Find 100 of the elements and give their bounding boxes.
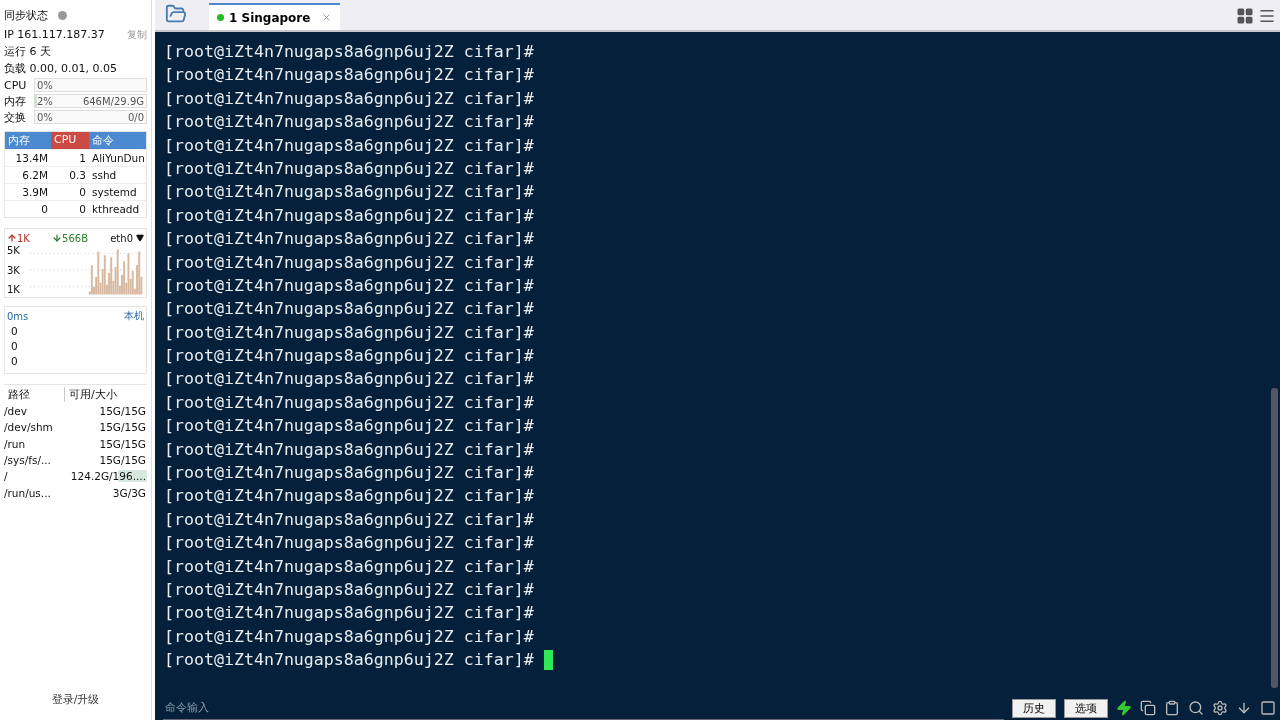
terminal-line: [root@iZt4n7nugaps8a6gnp6uj2Z cifar]# <box>164 181 535 204</box>
meter-label: CPU <box>4 78 28 92</box>
terminal-line: [root@iZt4n7nugaps8a6gnp6uj2Z cifar]# <box>164 64 535 87</box>
download-icon <box>52 233 63 243</box>
meter-reading: 0/0 <box>127 111 144 123</box>
terminal-line: [root@iZt4n7nugaps8a6gnp6uj2Z cifar]# <box>164 625 535 648</box>
axis-label: 3K <box>7 264 21 276</box>
terminal-line: [root@iZt4n7nugaps8a6gnp6uj2Z cifar]# <box>164 368 535 391</box>
column-header[interactable]: 可用/大小 <box>64 386 117 402</box>
table-cell: /dev/shm <box>4 421 53 434</box>
column-header[interactable]: 路径 <box>4 386 64 402</box>
menu-icon[interactable] <box>1258 7 1276 25</box>
terminal-line: [root@iZt4n7nugaps8a6gnp6uj2Z cifar]# <box>164 298 535 321</box>
axis-label: 5K <box>7 245 21 256</box>
column-header[interactable]: 内存 <box>5 132 51 149</box>
terminal-line: [root@iZt4n7nugaps8a6gnp6uj2Z cifar]# <box>164 508 535 531</box>
meter-reading: 646M/29.9G <box>82 95 144 107</box>
table-cell: 124.2G/196.... <box>69 470 147 483</box>
table-cell: /run <box>4 437 26 450</box>
table-cell-text: 1 <box>78 152 87 164</box>
toolbar-button[interactable]: 历史 <box>1012 698 1056 718</box>
terminal-line: [root@iZt4n7nugaps8a6gnp6uj2Z cifar]# <box>164 438 535 461</box>
terminal-line: [root@iZt4n7nugaps8a6gnp6uj2Z cifar]# <box>164 111 535 134</box>
terminal-line: [root@iZt4n7nugaps8a6gnp6uj2Z cifar]# <box>164 157 535 180</box>
folder-icon[interactable] <box>165 3 187 25</box>
table-cell-text: 0 <box>78 186 87 198</box>
scrollbar[interactable] <box>1271 388 1278 688</box>
upload-rate: 1K <box>17 232 30 244</box>
table-cell: 3G/3G <box>111 486 147 499</box>
terminal-line: [root@iZt4n7nugaps8a6gnp6uj2Z cifar]# <box>164 134 535 157</box>
column-header[interactable]: CPU <box>51 132 89 149</box>
ping-host[interactable]: 本机 <box>124 309 144 323</box>
table-cell-text: kthreadd <box>91 203 141 215</box>
paste-icon[interactable] <box>1164 700 1180 716</box>
terminal-line: [root@iZt4n7nugaps8a6gnp6uj2Z cifar]# <box>164 391 535 414</box>
search-icon[interactable] <box>1188 700 1204 716</box>
table-cell-text: 0.3 <box>68 169 87 181</box>
table-cell: /sys/fs/... <box>4 454 51 467</box>
table-cell: 15G/15G <box>98 421 147 434</box>
terminal-line: [root@iZt4n7nugaps8a6gnp6uj2Z cifar]# <box>164 648 1280 672</box>
table-cell-text: 0 <box>40 203 49 215</box>
toolbar-button[interactable]: 选项 <box>1064 698 1108 718</box>
table-cell-text: 3.9M <box>21 186 49 198</box>
table-cell-text: 0 <box>78 203 87 215</box>
table-cell-text: sshd <box>91 169 118 181</box>
table-cell: 15G/15G <box>98 405 147 418</box>
table-cell-text: systemd <box>91 186 138 198</box>
terminal-line: [root@iZt4n7nugaps8a6gnp6uj2Z cifar]# <box>164 228 535 251</box>
table-cell: /dev <box>4 405 27 418</box>
interface-name: eth0 <box>110 232 133 244</box>
terminal-line: [root@iZt4n7nugaps8a6gnp6uj2Z cifar]# <box>164 462 535 485</box>
lightning-icon[interactable] <box>1116 700 1132 716</box>
terminal-line: [root@iZt4n7nugaps8a6gnp6uj2Z cifar]# <box>164 87 535 110</box>
upload-icon <box>7 233 17 243</box>
terminal-line: [root@iZt4n7nugaps8a6gnp6uj2Z cifar]# <box>164 274 535 297</box>
ping-value: 0 <box>10 354 19 367</box>
ip-address: IP 161.117.187.37 <box>4 28 105 41</box>
table-cell-text: AliYunDun <box>91 152 146 164</box>
terminal-line: [root@iZt4n7nugaps8a6gnp6uj2Z cifar]# <box>164 555 535 578</box>
terminal-line: [root@iZt4n7nugaps8a6gnp6uj2Z cifar]# <box>164 345 535 368</box>
terminal-line: [root@iZt4n7nugaps8a6gnp6uj2Z cifar]# <box>164 204 535 227</box>
meter-percent: 0% <box>37 79 53 91</box>
meter-label: 内存 <box>4 93 27 109</box>
load-text: 负载 0.00, 0.01, 0.05 <box>4 61 117 76</box>
terminal-line: [root@iZt4n7nugaps8a6gnp6uj2Z cifar]# <box>164 321 535 344</box>
maximize-icon[interactable] <box>1260 700 1276 716</box>
status-dot <box>217 14 224 21</box>
column-header[interactable]: 命令 <box>89 132 146 149</box>
uptime-text: 运行 6 天 <box>4 44 51 59</box>
terminal-line: [root@iZt4n7nugaps8a6gnp6uj2Z cifar]# <box>164 251 535 274</box>
terminal-line: [root@iZt4n7nugaps8a6gnp6uj2Z cifar]# <box>164 532 535 555</box>
ping-value: 0 <box>10 324 19 337</box>
table-cell: /run/us... <box>4 486 51 499</box>
terminal-line: [root@iZt4n7nugaps8a6gnp6uj2Z cifar]# <box>164 579 535 601</box>
sync-status-label: 同步状态 <box>4 7 48 23</box>
terminal-line: [root@iZt4n7nugaps8a6gnp6uj2Z cifar]# <box>164 415 535 438</box>
copy-icon[interactable] <box>1140 700 1156 716</box>
latency-text: 0ms <box>7 310 29 322</box>
session-tab[interactable]: 1 Singapore <box>209 3 341 30</box>
close-icon[interactable] <box>321 12 333 23</box>
axis-label: 1K <box>7 284 21 295</box>
meter-percent: 2% <box>37 95 53 107</box>
settings-icon[interactable] <box>1212 700 1228 716</box>
table-cell-text: 6.2M <box>21 169 49 181</box>
terminal-line: [root@iZt4n7nugaps8a6gnp6uj2Z cifar]# <box>164 602 535 625</box>
meter-percent: 0% <box>37 111 53 123</box>
dropdown-icon[interactable] <box>136 234 144 242</box>
grid-icon[interactable] <box>1236 7 1254 25</box>
terminal-line: [root@iZt4n7nugaps8a6gnp6uj2Z cifar]# <box>164 485 535 508</box>
table-cell-text: 13.4M <box>14 152 49 164</box>
terminal-line: [root@iZt4n7nugaps8a6gnp6uj2Z cifar]# <box>164 41 535 63</box>
download-rate: 566B <box>62 232 89 244</box>
command-input[interactable]: 命令输入 <box>163 696 1004 720</box>
ping-value: 0 <box>10 339 19 352</box>
meter-label: 交换 <box>4 109 27 125</box>
table-cell: / <box>4 470 8 483</box>
download-icon[interactable] <box>1236 700 1252 716</box>
table-cell: 15G/15G <box>98 437 147 450</box>
login-button[interactable]: 登录/升级 <box>4 691 147 708</box>
table-cell: 15G/15G <box>98 454 147 467</box>
